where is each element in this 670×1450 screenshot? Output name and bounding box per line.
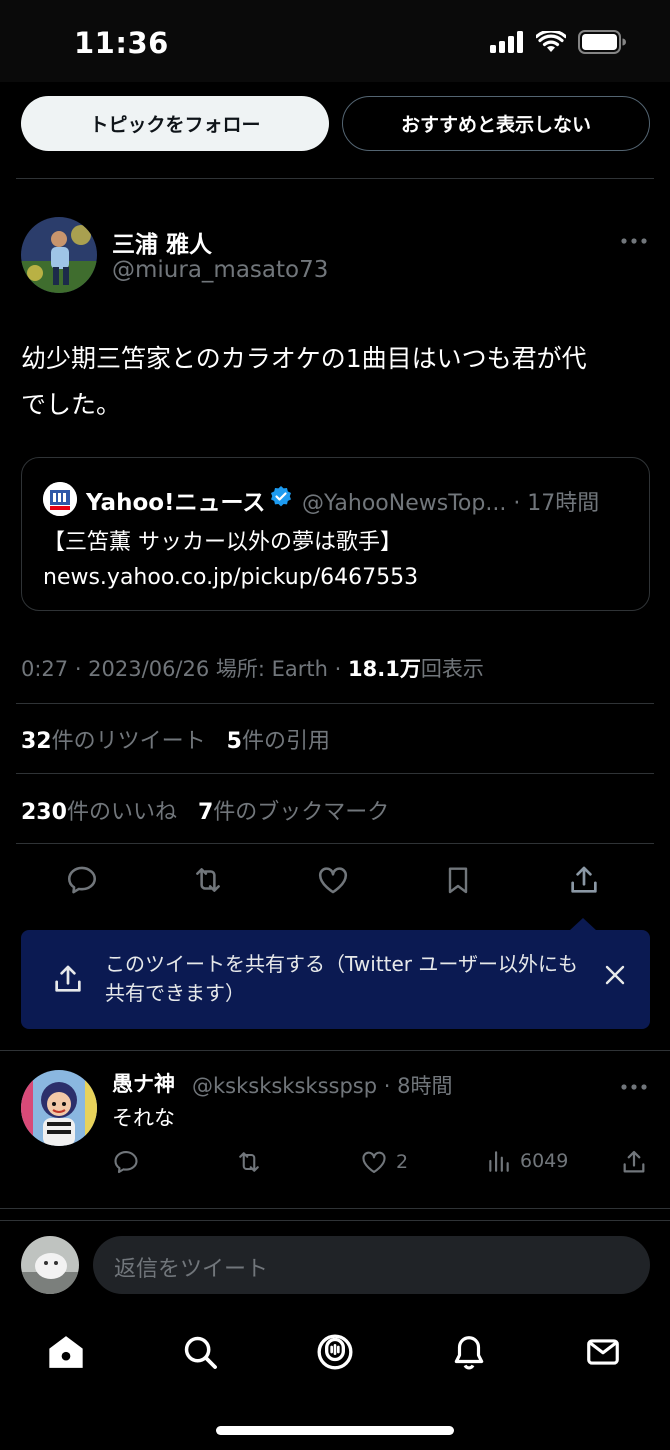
timestamp-text: 0:27 · 2023/06/26 場所: Earth ·: [21, 657, 348, 681]
author-avatar[interactable]: [21, 217, 97, 293]
tooltip-pointer: [569, 918, 597, 931]
like-icon[interactable]: [313, 860, 353, 900]
reply-retweet-button[interactable]: [234, 1148, 264, 1176]
tab-search[interactable]: [178, 1330, 222, 1374]
reply-text: それな: [112, 1106, 175, 1130]
share-icon: [623, 1150, 645, 1173]
reply-views-button[interactable]: 6049: [486, 1148, 568, 1174]
retweet-stat[interactable]: 32件のリツイート: [21, 729, 206, 754]
bell-icon: [454, 1336, 484, 1370]
divider: [0, 1050, 670, 1051]
tweet-text-line: でした。: [21, 390, 122, 419]
tab-spaces[interactable]: [313, 1330, 357, 1374]
quote-time: · 17時間: [513, 491, 600, 516]
reply-icon[interactable]: [62, 860, 102, 900]
bookmark-icon[interactable]: [438, 860, 478, 900]
share-icon[interactable]: [564, 860, 604, 900]
yahoo-news-avatar: [43, 482, 77, 516]
status-icons: [490, 30, 626, 54]
divider: [16, 178, 654, 179]
more-options-icon[interactable]: [621, 1072, 647, 1097]
view-count: 18.1万: [348, 657, 421, 681]
author-handle[interactable]: @miura_masato73: [112, 257, 328, 283]
reply-meta: @ksksksksksspsp · 8時間: [192, 1074, 453, 1098]
tab-notifications[interactable]: [447, 1330, 491, 1374]
retweet-quote-stats: 32件のリツイート 5件の引用: [21, 723, 330, 755]
reply-like-count: 2: [396, 1151, 409, 1173]
more-options-icon[interactable]: [621, 226, 647, 251]
quote-text: 【三笘薫 サッカー以外の夢は歌手】 news.yahoo.co.jp/picku…: [43, 525, 418, 595]
bookmark-stat[interactable]: 7件のブックマーク: [198, 800, 389, 825]
reply-author-name[interactable]: 愚ナ神: [112, 1068, 175, 1098]
like-icon: [362, 1151, 386, 1173]
quote-author-name: Yahoo!ニュース: [86, 490, 266, 516]
signal-icon: [490, 31, 523, 53]
quoted-tweet[interactable]: Yahoo!ニュース @YahooNewsTop... · 17時間 【三笘薫 …: [21, 457, 650, 611]
tweet-text: 幼少期三笘家とのカラオケの1曲目はいつも君が代 でした。: [21, 336, 651, 428]
tweet-text-line: 幼少期三笘家とのカラオケの1曲目はいつも君が代: [21, 344, 587, 373]
wifi-icon: [536, 31, 566, 52]
retweet-icon[interactable]: [188, 860, 228, 900]
close-icon[interactable]: [604, 964, 626, 986]
like-bookmark-stats: 230件のいいね 7件のブックマーク: [21, 794, 389, 826]
author-name[interactable]: 三浦 雅人: [112, 225, 212, 259]
home-indicator[interactable]: [216, 1426, 454, 1435]
divider: [16, 703, 654, 704]
reply-action-bar: 2 6049: [0, 1148, 670, 1178]
views-icon: [489, 1151, 509, 1172]
divider: [16, 773, 654, 774]
home-icon: [49, 1336, 83, 1368]
reply-view-count: 6049: [520, 1150, 569, 1172]
own-avatar[interactable]: [21, 1236, 79, 1294]
quote-link[interactable]: news.yahoo.co.jp/pickup/6467553: [43, 560, 418, 595]
verified-badge-icon: [271, 486, 291, 507]
view-count-label: 回表示: [420, 657, 484, 681]
reply-icon: [114, 1151, 138, 1174]
tab-home[interactable]: [44, 1330, 88, 1374]
divider: [0, 1208, 670, 1209]
share-icon: [55, 965, 81, 992]
status-time: 11:36: [74, 26, 169, 60]
divider: [16, 843, 654, 844]
reply-like-button[interactable]: 2: [360, 1148, 408, 1176]
reply-reply-button[interactable]: [112, 1148, 140, 1176]
tweet-action-bar: [0, 860, 670, 904]
battery-icon: [578, 30, 626, 54]
topic-actions: トピックをフォロー おすすめと表示しない: [21, 96, 651, 152]
status-bar: 11:36: [0, 0, 670, 82]
retweet-icon: [239, 1152, 259, 1172]
tweet-timestamp: 0:27 · 2023/06/26 場所: Earth · 18.1万回表示: [21, 653, 484, 683]
quote-text-line: 【三笘薫 サッカー以外の夢は歌手】: [43, 530, 402, 555]
reply-input[interactable]: 返信をツイート: [93, 1236, 650, 1294]
search-icon: [184, 1336, 217, 1369]
quote-meta: @YahooNewsTop... · 17時間: [302, 485, 599, 517]
reply-input-placeholder: 返信をツイート: [114, 1257, 269, 1282]
reply-author-avatar[interactable]: [21, 1070, 97, 1146]
follow-topic-button[interactable]: トピックをフォロー: [21, 96, 329, 151]
spaces-icon: [317, 1334, 353, 1370]
divider: [0, 1220, 670, 1221]
share-tooltip[interactable]: このツイートを共有する（Twitter ユーザー以外にも共有できます）: [21, 918, 650, 1029]
share-tooltip-text: このツイートを共有する（Twitter ユーザー以外にも共有できます）: [105, 952, 578, 1005]
quote-stat[interactable]: 5件の引用: [227, 729, 330, 754]
reply-share-button[interactable]: [620, 1148, 648, 1176]
mail-icon: [587, 1339, 619, 1365]
quote-handle: @YahooNewsTop...: [302, 491, 507, 516]
like-stat[interactable]: 230件のいいね: [21, 800, 177, 825]
not-interested-button[interactable]: おすすめと表示しない: [342, 96, 650, 151]
tab-messages[interactable]: [581, 1330, 625, 1374]
